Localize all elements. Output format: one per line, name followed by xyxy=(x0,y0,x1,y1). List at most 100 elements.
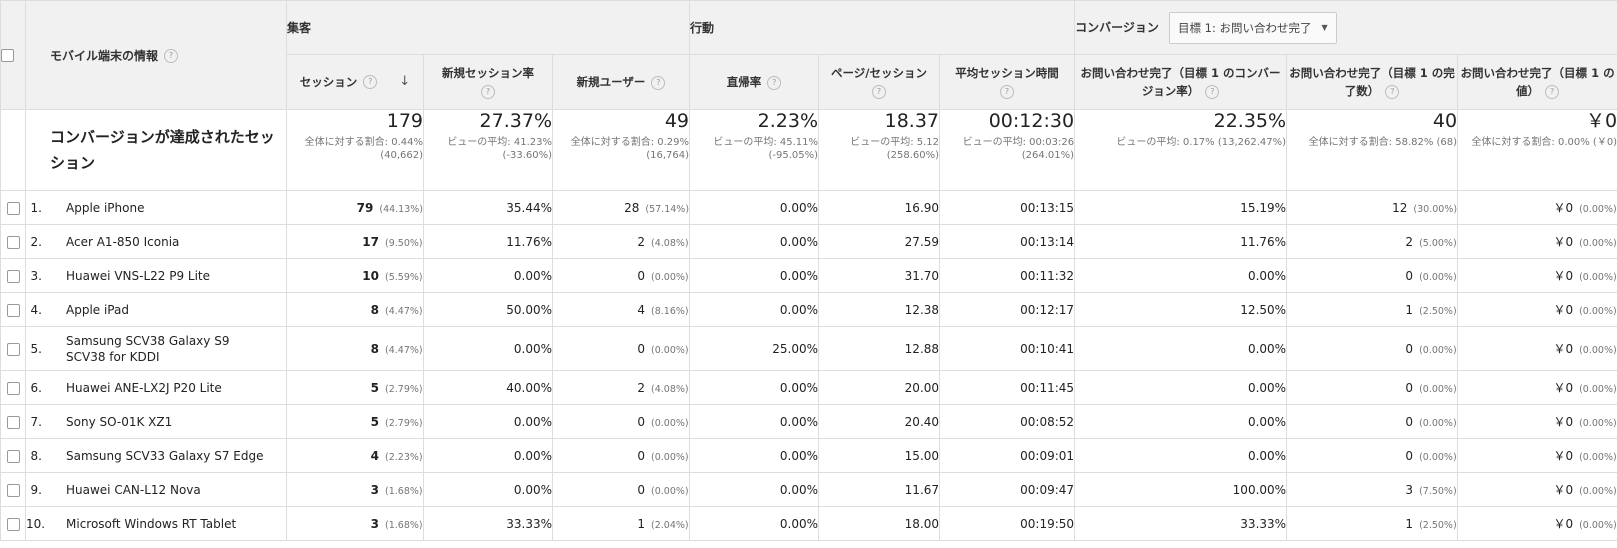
help-icon[interactable]: ? xyxy=(1385,84,1400,99)
row-checkbox[interactable] xyxy=(6,235,20,249)
help-icon[interactable]: ? xyxy=(872,84,887,99)
new-users-cell: 2 (4.08%) xyxy=(551,370,691,405)
help-icon[interactable]: ? xyxy=(164,49,179,63)
select-all-checkbox[interactable] xyxy=(1,49,14,62)
device-cell: 9. Huawei CAN-L12 Nova xyxy=(25,472,287,507)
bounce-rate-cell: 0.00% xyxy=(689,506,820,541)
pages-per-session-cell: 31.70 xyxy=(818,258,941,293)
help-icon[interactable]: ? xyxy=(767,75,782,90)
row-checkbox[interactable] xyxy=(6,449,20,463)
new-users-pct: (0.00%) xyxy=(651,485,689,497)
col-header-bounce-rate[interactable]: 直帰率? xyxy=(689,54,820,110)
help-icon[interactable]: ? xyxy=(1000,84,1015,99)
row-checkbox[interactable] xyxy=(6,303,20,317)
row-checkbox[interactable] xyxy=(6,269,20,283)
new-users-cell: 0 (0.00%) xyxy=(551,258,691,293)
avg-session-duration-cell: 00:12:17 xyxy=(939,292,1076,327)
device-cell: 4. Apple iPad xyxy=(25,292,287,327)
total-value: ￥0 xyxy=(1586,110,1617,133)
col-header-goal-cv-rate[interactable]: お問い合わせ完了（目標 1 のコンバージョン率）? xyxy=(1074,54,1288,110)
help-icon[interactable]: ? xyxy=(363,75,378,90)
row-checkbox-cell xyxy=(0,404,26,439)
goal-completions-cell: 3 (7.50%) xyxy=(1286,472,1459,507)
sessions-cell: 8 (4.47%) xyxy=(286,292,424,327)
new-session-rate-cell: 0.00% xyxy=(423,438,553,473)
sort-descending-icon[interactable]: ↓ xyxy=(399,73,410,91)
col-header-pages-per-session[interactable]: ページ/セッション? xyxy=(818,54,941,110)
data-rows: 1. Apple iPhone 79 (44.13%) 35.44% 28 (57.1… xyxy=(0,190,1617,541)
bounce-rate-cell: 0.00% xyxy=(689,224,820,259)
device-name-link[interactable]: Samsung SCV33 Galaxy S7 Edge xyxy=(66,448,272,464)
sessions-value: 3 xyxy=(370,482,379,497)
dimension-header[interactable]: モバイル端末の情報? xyxy=(25,0,287,110)
row-checkbox-cell xyxy=(0,292,26,327)
goal-completions-pct: (5.00%) xyxy=(1419,237,1457,249)
col-header-sessions[interactable]: セッション? ↓ xyxy=(286,54,424,110)
total-sub: 全体に対する割合: 0.00% (￥0) xyxy=(1471,137,1617,148)
row-checkbox[interactable] xyxy=(6,517,20,531)
col-header-new-users[interactable]: 新規ユーザー? xyxy=(551,54,691,110)
row-checkbox[interactable] xyxy=(6,381,20,395)
total-goal-value: ￥0 全体に対する割合: 0.00% (￥0) xyxy=(1457,109,1617,191)
goal-value-pct: (0.00%) xyxy=(1579,486,1617,497)
device-name-link[interactable]: Apple iPhone xyxy=(66,200,272,216)
help-icon[interactable]: ? xyxy=(651,75,666,90)
table-row[interactable]: 6. Huawei ANE-LX2J P20 Lite 5 (2.79%) 40.0… xyxy=(0,370,1617,405)
col-header-avg-session-duration[interactable]: 平均セッション時間? xyxy=(939,54,1076,110)
row-checkbox-cell xyxy=(0,506,26,541)
device-name-link[interactable]: Huawei CAN-L12 Nova xyxy=(66,482,272,498)
help-icon[interactable]: ? xyxy=(1545,84,1560,99)
row-checkbox[interactable] xyxy=(6,342,20,356)
goal-value-cell: ￥0 (0.00%) xyxy=(1457,506,1617,541)
goal-select[interactable]: 目標 1: お問い合わせ完了 ▼ xyxy=(1169,11,1337,44)
goal-completions-pct: (2.50%) xyxy=(1419,305,1457,317)
device-name-link[interactable]: Sony SO-01K XZ1 xyxy=(66,414,272,430)
col-goal-completions-label: お問い合わせ完了（目標 1 の完了数） xyxy=(1289,66,1455,98)
total-sub: ビューの平均: 5.12 (258.60%) xyxy=(850,137,940,161)
help-icon[interactable]: ? xyxy=(1205,84,1220,99)
table-row[interactable]: 4. Apple iPad 8 (4.47%) 50.00% 4 (8.16%) 0.… xyxy=(0,292,1617,327)
row-checkbox[interactable] xyxy=(6,201,20,215)
goal-completions-value: 0 xyxy=(1405,414,1414,429)
device-name-link[interactable]: Huawei ANE-LX2J P20 Lite xyxy=(66,380,272,396)
row-checkbox[interactable] xyxy=(6,415,20,429)
table-row[interactable]: 2. Acer A1-850 Iconia 17 (9.50%) 11.76% 2 (… xyxy=(0,224,1617,259)
device-name-link[interactable]: Acer A1-850 Iconia xyxy=(66,234,272,250)
device-name-link[interactable]: Apple iPad xyxy=(66,302,272,318)
col-header-new-session-rate[interactable]: 新規セッション率? xyxy=(423,54,553,110)
avg-session-duration-cell: 00:10:41 xyxy=(939,326,1076,371)
table-row[interactable]: 3. Huawei VNS-L22 P9 Lite 10 (5.59%) 0.00%… xyxy=(0,258,1617,293)
row-index: 5. xyxy=(30,341,42,356)
sessions-pct: (1.68%) xyxy=(385,519,423,531)
table-row[interactable]: 1. Apple iPhone 79 (44.13%) 35.44% 28 (57.1… xyxy=(0,190,1617,225)
col-header-goal-value[interactable]: お問い合わせ完了（目標 1 の値）? xyxy=(1457,54,1617,110)
pages-per-session-cell: 11.67 xyxy=(818,472,941,507)
row-checkbox[interactable] xyxy=(6,483,20,497)
device-name-link[interactable]: Microsoft Windows RT Tablet xyxy=(66,516,272,532)
new-users-value: 2 xyxy=(637,234,646,249)
total-value: 27.37% xyxy=(479,110,552,133)
new-session-rate-cell: 35.44% xyxy=(423,190,553,225)
col-header-goal-completions[interactable]: お問い合わせ完了（目標 1 の完了数）? xyxy=(1286,54,1459,110)
device-name-link[interactable]: Samsung SCV38 Galaxy S9 SCV38 for KDDI xyxy=(66,333,272,365)
new-users-value: 0 xyxy=(637,341,646,356)
table-row[interactable]: 8. Samsung SCV33 Galaxy S7 Edge 4 (2.23%) … xyxy=(0,438,1617,473)
total-sub: ビューの平均: 45.11% (-95.05%) xyxy=(713,137,819,161)
total-avg-session-duration: 00:12:30 ビューの平均: 00:03:26 (264.01%) xyxy=(939,109,1076,191)
table-row[interactable]: 5. Samsung SCV38 Galaxy S9 SCV38 for KDDI… xyxy=(0,326,1617,371)
new-session-rate-cell: 0.00% xyxy=(423,404,553,439)
total-pages-per-session: 18.37 ビューの平均: 5.12 (258.60%) xyxy=(818,109,941,191)
sessions-pct: (2.23%) xyxy=(385,451,423,463)
total-value: 49 xyxy=(664,110,690,133)
goal-value-pct: (0.00%) xyxy=(1579,418,1617,429)
device-name-link[interactable]: Huawei VNS-L22 P9 Lite xyxy=(66,268,272,284)
sessions-value: 8 xyxy=(370,341,379,356)
table-row[interactable]: 9. Huawei CAN-L12 Nova 3 (1.68%) 0.00% 0 (0… xyxy=(0,472,1617,507)
help-icon[interactable]: ? xyxy=(481,84,495,99)
bounce-rate-cell: 0.00% xyxy=(689,472,820,507)
table-row[interactable]: 10. Microsoft Windows RT Tablet 3 (1.68%) … xyxy=(0,506,1617,541)
sessions-pct: (5.59%) xyxy=(385,271,423,283)
table-row[interactable]: 7. Sony SO-01K XZ1 5 (2.79%) 0.00% 0 (0.00%… xyxy=(0,404,1617,439)
goal-completions-cell: 1 (2.50%) xyxy=(1286,506,1459,541)
new-users-pct: (4.08%) xyxy=(651,237,689,249)
